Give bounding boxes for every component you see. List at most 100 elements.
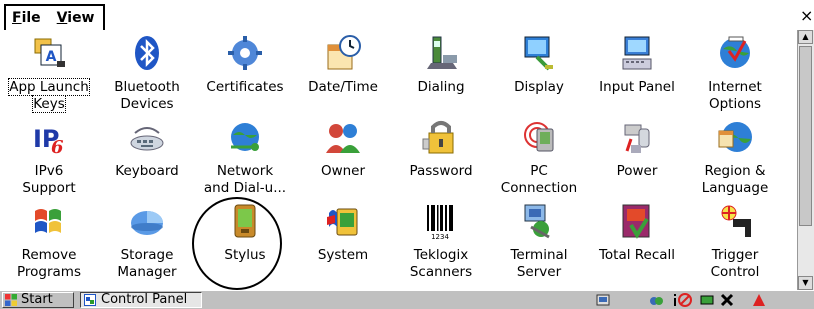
icon-label-line1: Password bbox=[409, 163, 473, 179]
icon-label: Teklogix Scanners bbox=[392, 247, 490, 281]
ipv6-icon: IP6 bbox=[33, 125, 64, 157]
dialing-icon bbox=[427, 36, 457, 69]
icon-label: Internet Options bbox=[686, 79, 784, 113]
menu-bar: File View × bbox=[0, 0, 814, 32]
pc-connection-icon bbox=[524, 122, 554, 152]
icon-label-line1: IPv6 bbox=[34, 163, 64, 179]
icon-label: Network and Dial-u... bbox=[196, 163, 294, 197]
icon-label-line2: Support bbox=[22, 180, 76, 196]
icon-label: System bbox=[294, 247, 392, 264]
icon-total-recall[interactable]: Total Recall bbox=[588, 201, 686, 287]
icon-label-line2: Keys bbox=[32, 95, 66, 113]
app-launch-keys-icon: A bbox=[34, 38, 65, 67]
svg-text:6: 6 bbox=[51, 137, 64, 157]
network-icon bbox=[231, 123, 259, 151]
icon-label-line2: Connection bbox=[500, 180, 578, 196]
icon-network[interactable]: Network and Dial-u... bbox=[196, 117, 294, 203]
icon-label: Region & Language bbox=[686, 163, 784, 197]
icon-label: Trigger Control bbox=[686, 247, 784, 281]
icon-label-line1: Owner bbox=[320, 163, 366, 179]
warning-tray-icon[interactable] bbox=[752, 293, 766, 307]
icon-label: Keyboard bbox=[98, 163, 196, 180]
scroll-up-button[interactable]: ▲ bbox=[798, 30, 813, 44]
icon-trigger-control[interactable]: Trigger Control bbox=[686, 201, 784, 287]
battery-tray-icon[interactable] bbox=[700, 293, 714, 307]
icon-label-line2: Options bbox=[708, 96, 762, 112]
connection-tray-icon[interactable] bbox=[649, 293, 663, 307]
system-tray bbox=[596, 292, 814, 308]
icon-dialing[interactable]: Dialing bbox=[392, 33, 490, 119]
internet-options-icon bbox=[720, 36, 750, 68]
icon-label: Certificates bbox=[196, 79, 294, 96]
taskbar: Start Control Panel bbox=[0, 290, 814, 309]
menu-file[interactable]: File bbox=[12, 10, 41, 26]
icon-remove-programs[interactable]: Remove Programs bbox=[0, 201, 98, 287]
icon-region-language[interactable]: Region & Language bbox=[686, 117, 784, 203]
trigger-control-icon bbox=[721, 205, 751, 237]
svg-text:1234: 1234 bbox=[431, 233, 449, 241]
icon-label-line1: Keyboard bbox=[115, 163, 179, 179]
icon-label-line2: Devices bbox=[120, 96, 174, 112]
x-tray-icon[interactable] bbox=[720, 293, 734, 307]
icon-display[interactable]: Display bbox=[490, 33, 588, 119]
icon-app-launch-keys[interactable]: A App Launch Keys bbox=[0, 33, 98, 119]
icon-label: Bluetooth Devices bbox=[98, 79, 196, 113]
svg-text:A: A bbox=[46, 49, 57, 65]
owner-icon bbox=[326, 124, 360, 153]
total-recall-icon bbox=[622, 204, 650, 239]
icon-label-line1: Trigger bbox=[711, 247, 759, 263]
region-language-icon bbox=[718, 122, 752, 152]
icon-pc-connection[interactable]: PC Connection bbox=[490, 117, 588, 203]
icon-input-panel[interactable]: Input Panel bbox=[588, 33, 686, 119]
task-label: Control Panel bbox=[101, 292, 188, 307]
icon-label-line1: Display bbox=[514, 79, 564, 95]
close-icon[interactable]: × bbox=[800, 4, 814, 28]
icon-label: Password bbox=[392, 163, 490, 180]
icon-date-time[interactable]: Date/Time bbox=[294, 33, 392, 119]
icon-teklogix-scanners[interactable]: 1234 Teklogix Scanners bbox=[392, 201, 490, 287]
icon-label: Storage Manager bbox=[98, 247, 196, 281]
icon-label: Remove Programs bbox=[0, 247, 98, 281]
icon-label-line1: Power bbox=[616, 163, 658, 179]
task-control-panel[interactable]: Control Panel bbox=[80, 292, 202, 308]
menu-container: File View bbox=[4, 4, 105, 32]
icon-label: Power bbox=[588, 163, 686, 180]
icon-bluetooth[interactable]: Bluetooth Devices bbox=[98, 33, 196, 119]
input-panel-icon bbox=[622, 36, 652, 70]
keyboard-icon bbox=[130, 127, 164, 151]
icon-label-line2: Programs bbox=[17, 264, 81, 280]
icon-system[interactable]: System bbox=[294, 201, 392, 287]
icon-password[interactable]: Password bbox=[392, 117, 490, 203]
icon-label: App Launch Keys bbox=[0, 78, 98, 113]
icon-internet-options[interactable]: Internet Options bbox=[686, 33, 784, 119]
storage-manager-icon bbox=[131, 211, 163, 235]
terminal-server-icon bbox=[524, 204, 550, 239]
menu-view[interactable]: View bbox=[57, 10, 95, 26]
icon-ipv6[interactable]: IP 6 IPv6 Support bbox=[0, 117, 98, 203]
scroll-thumb[interactable] bbox=[799, 46, 812, 226]
icon-label: PC Connection bbox=[490, 163, 588, 197]
icon-storage-manager[interactable]: Storage Manager bbox=[98, 201, 196, 287]
network-tray-icon[interactable] bbox=[596, 293, 610, 307]
icon-label: Terminal Server bbox=[490, 247, 588, 281]
start-button[interactable]: Start bbox=[2, 292, 74, 308]
scroll-down-button[interactable]: ▼ bbox=[798, 276, 813, 290]
icon-certificates[interactable]: Certificates bbox=[196, 33, 294, 119]
icon-terminal-server[interactable]: Terminal Server bbox=[490, 201, 588, 287]
icon-power[interactable]: Power bbox=[588, 117, 686, 203]
icon-label-line1: Teklogix bbox=[413, 247, 469, 263]
icon-label: Display bbox=[490, 79, 588, 96]
annotation-circle bbox=[192, 197, 282, 290]
icon-label-line1: Input Panel bbox=[599, 79, 675, 95]
remove-programs-icon bbox=[35, 209, 61, 233]
icon-label-line1: System bbox=[317, 247, 369, 263]
icon-label-line1: Dialing bbox=[417, 79, 465, 95]
system-icon bbox=[327, 208, 358, 236]
vertical-scrollbar[interactable]: ▲ ▼ bbox=[797, 30, 814, 290]
icon-label: Input Panel bbox=[588, 79, 686, 96]
icon-keyboard[interactable]: Keyboard bbox=[98, 117, 196, 203]
no-signal-tray-icon[interactable] bbox=[678, 293, 692, 307]
icon-owner[interactable]: Owner bbox=[294, 117, 392, 203]
power-icon bbox=[624, 124, 650, 153]
icon-label-line1: Region & bbox=[704, 163, 766, 179]
